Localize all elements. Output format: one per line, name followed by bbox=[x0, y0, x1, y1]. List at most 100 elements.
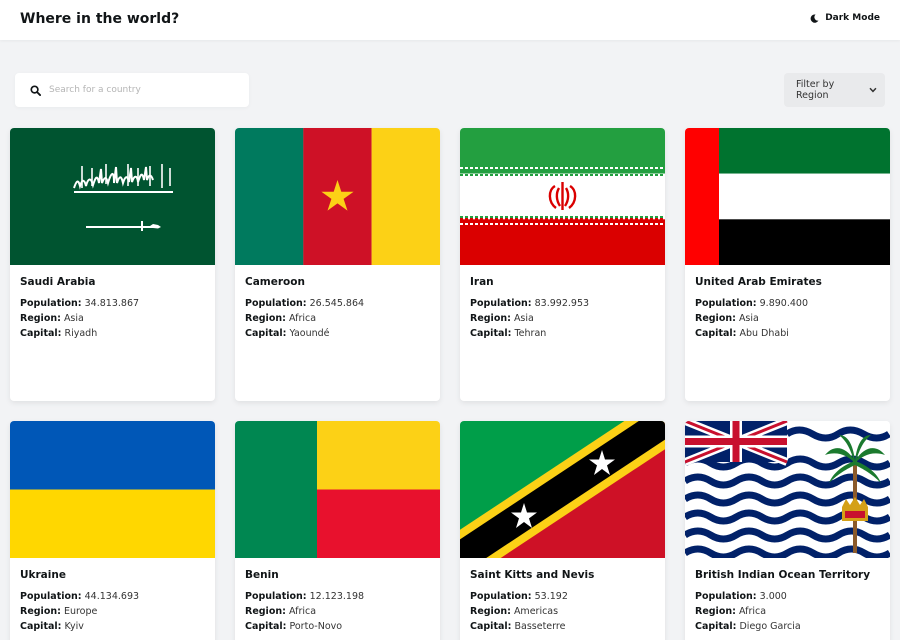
benin-flag bbox=[235, 421, 440, 558]
capital-row: Capital: Basseterre bbox=[470, 621, 565, 632]
population-value: 26.545.864 bbox=[309, 298, 365, 309]
country-name: Saudi Arabia bbox=[20, 276, 96, 288]
country-name: Iran bbox=[470, 276, 494, 288]
ukraine-flag bbox=[10, 421, 215, 558]
field-label: Capital: bbox=[20, 328, 62, 339]
uae-flag bbox=[685, 128, 890, 265]
dark-mode-toggle[interactable]: Dark Mode bbox=[810, 13, 880, 23]
field-label: Population: bbox=[695, 298, 757, 309]
capital-row: Capital: Abu Dhabi bbox=[695, 328, 789, 339]
population-row: Population: 9.890.400 bbox=[695, 298, 808, 309]
field-label: Population: bbox=[20, 591, 82, 602]
field-label: Region: bbox=[20, 606, 61, 617]
region-row: Region: Asia bbox=[695, 313, 759, 324]
region-value: Asia bbox=[63, 313, 84, 324]
population-row: Population: 83.992.953 bbox=[470, 298, 589, 309]
field-label: Population: bbox=[20, 298, 82, 309]
field-label: Capital: bbox=[470, 621, 512, 632]
capital-row: Capital: Porto-Novo bbox=[245, 621, 342, 632]
field-label: Region: bbox=[245, 313, 286, 324]
capital-row: Capital: Yaoundé bbox=[245, 328, 330, 339]
region-value: Europe bbox=[63, 606, 98, 617]
field-label: Capital: bbox=[245, 328, 287, 339]
capital-value: Basseterre bbox=[514, 621, 566, 632]
region-filter-label: Filter by Region bbox=[796, 79, 835, 101]
search-icon[interactable] bbox=[19, 84, 51, 96]
capital-value: Tehran bbox=[514, 328, 547, 339]
population-row: Population: 34.813.867 bbox=[20, 298, 139, 309]
country-name: Benin bbox=[245, 569, 279, 581]
field-label: Population: bbox=[470, 298, 532, 309]
iran-flag bbox=[460, 128, 665, 265]
field-label: Region: bbox=[20, 313, 61, 324]
capital-value: Abu Dhabi bbox=[739, 328, 789, 339]
capital-row: Capital: Tehran bbox=[470, 328, 546, 339]
capital-value: Riyadh bbox=[64, 328, 98, 339]
field-label: Region: bbox=[695, 313, 736, 324]
country-card[interactable]: Benin Population: 12.123.198 Region: Afr… bbox=[235, 421, 440, 640]
field-label: Population: bbox=[695, 591, 757, 602]
search-input[interactable] bbox=[49, 85, 239, 95]
population-value: 34.813.867 bbox=[84, 298, 140, 309]
field-label: Capital: bbox=[20, 621, 62, 632]
country-card[interactable]: British Indian Ocean Territory Populatio… bbox=[685, 421, 890, 640]
field-label: Region: bbox=[695, 606, 736, 617]
region-value: Africa bbox=[738, 606, 767, 617]
region-value: Africa bbox=[288, 313, 317, 324]
field-label: Capital: bbox=[470, 328, 512, 339]
population-row: Population: 53.192 bbox=[470, 591, 568, 602]
country-card[interactable]: Iran Population: 83.992.953 Region: Asia… bbox=[460, 128, 665, 401]
region-row: Region: Asia bbox=[20, 313, 84, 324]
country-name: British Indian Ocean Territory bbox=[695, 569, 871, 581]
capital-row: Capital: Riyadh bbox=[20, 328, 97, 339]
population-value: 83.992.953 bbox=[534, 298, 590, 309]
country-card[interactable]: Cameroon Population: 26.545.864 Region: … bbox=[235, 128, 440, 401]
country-card[interactable]: Saudi Arabia Population: 34.813.867 Regi… bbox=[10, 128, 215, 401]
region-row: Region: Europe bbox=[20, 606, 97, 617]
capital-value: Porto-Novo bbox=[289, 621, 343, 632]
field-label: Region: bbox=[470, 606, 511, 617]
capital-value: Kyiv bbox=[64, 621, 84, 632]
population-row: Population: 44.134.693 bbox=[20, 591, 139, 602]
population-value: 53.192 bbox=[534, 591, 568, 602]
country-card[interactable]: Ukraine Population: 44.134.693 Region: E… bbox=[10, 421, 215, 640]
field-label: Capital: bbox=[245, 621, 287, 632]
country-name: Cameroon bbox=[245, 276, 305, 288]
capital-row: Capital: Kyiv bbox=[20, 621, 84, 632]
country-card[interactable]: United Arab Emirates Population: 9.890.4… bbox=[685, 128, 890, 401]
country-name: United Arab Emirates bbox=[695, 276, 822, 288]
region-row: Region: Africa bbox=[245, 606, 316, 617]
chevron-down-icon bbox=[869, 87, 877, 93]
british-indian-ocean-territory-flag bbox=[685, 421, 890, 558]
region-row: Region: Africa bbox=[695, 606, 766, 617]
field-label: Population: bbox=[245, 298, 307, 309]
capital-value: Yaoundé bbox=[289, 328, 330, 339]
app-title: Where in the world? bbox=[20, 11, 180, 27]
population-value: 12.123.198 bbox=[309, 591, 365, 602]
region-filter-select[interactable]: Filter by Region bbox=[784, 73, 885, 107]
region-value: Africa bbox=[288, 606, 317, 617]
population-row: Population: 3.000 bbox=[695, 591, 787, 602]
population-value: 3.000 bbox=[759, 591, 787, 602]
region-value: Americas bbox=[513, 606, 559, 617]
field-label: Capital: bbox=[695, 621, 737, 632]
moon-icon bbox=[810, 13, 819, 23]
population-value: 44.134.693 bbox=[84, 591, 140, 602]
header-bar: Where in the world? Dark Mode bbox=[0, 0, 900, 40]
saudi-arabia-flag bbox=[10, 128, 215, 265]
capital-value: Diego Garcia bbox=[739, 621, 801, 632]
cameroon-flag bbox=[235, 128, 440, 265]
region-row: Region: Asia bbox=[470, 313, 534, 324]
field-label: Capital: bbox=[695, 328, 737, 339]
capital-row: Capital: Diego Garcia bbox=[695, 621, 801, 632]
country-name: Ukraine bbox=[20, 569, 66, 581]
region-value: Asia bbox=[738, 313, 759, 324]
field-label: Region: bbox=[245, 606, 286, 617]
country-card[interactable]: Saint Kitts and Nevis Population: 53.192… bbox=[460, 421, 665, 640]
region-row: Region: Africa bbox=[245, 313, 316, 324]
field-label: Population: bbox=[470, 591, 532, 602]
region-row: Region: Americas bbox=[470, 606, 558, 617]
country-name: Saint Kitts and Nevis bbox=[470, 569, 595, 581]
field-label: Population: bbox=[245, 591, 307, 602]
region-value: Asia bbox=[513, 313, 534, 324]
